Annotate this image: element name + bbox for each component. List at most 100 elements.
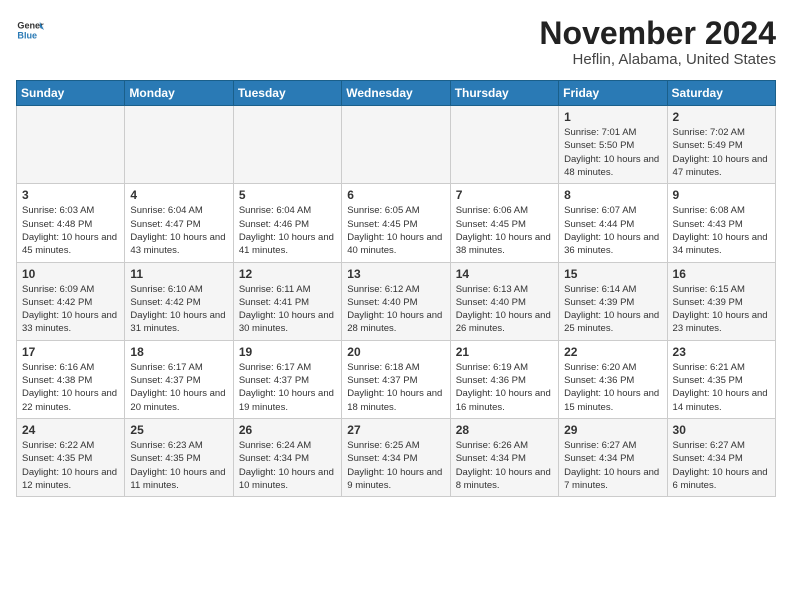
calendar-cell: 30 Sunrise: 6:27 AM Sunset: 4:34 PM Dayli…	[667, 418, 775, 496]
calendar-cell: 12Sunrise: 6:11 AM Sunset: 4:41 PM Dayli…	[233, 262, 341, 340]
calendar-cell: 8Sunrise: 6:07 AM Sunset: 4:44 PM Daylig…	[559, 184, 667, 262]
day-info: Sunrise: 6:24 AM Sunset: 4:34 PM Dayligh…	[239, 439, 336, 492]
day-info: Sunrise: 6:05 AM Sunset: 4:45 PM Dayligh…	[347, 204, 444, 257]
day-number: 30	[673, 423, 770, 437]
day-number: 20	[347, 345, 444, 359]
header-thursday: Thursday	[450, 81, 558, 106]
calendar-cell: 25 Sunrise: 6:23 AM Sunset: 4:35 PM Dayli…	[125, 418, 233, 496]
calendar-cell: 3 Sunrise: 6:03 AM Sunset: 4:48 PM Daylig…	[17, 184, 125, 262]
day-info: Sunrise: 6:27 AM Sunset: 4:34 PM Dayligh…	[673, 439, 770, 492]
calendar-cell: 24Sunrise: 6:22 AM Sunset: 4:35 PM Dayli…	[17, 418, 125, 496]
location: Heflin, Alabama, United States	[539, 51, 776, 68]
calendar-cell	[342, 106, 450, 184]
calendar-cell: 9 Sunrise: 6:08 AM Sunset: 4:43 PM Daylig…	[667, 184, 775, 262]
calendar-cell: 5 Sunrise: 6:04 AM Sunset: 4:46 PM Daylig…	[233, 184, 341, 262]
page-header: General Blue November 2024 Heflin, Alaba…	[16, 16, 776, 68]
day-info: Sunrise: 6:18 AM Sunset: 4:37 PM Dayligh…	[347, 361, 444, 414]
day-number: 11	[130, 267, 227, 281]
day-info: Sunrise: 6:06 AM Sunset: 4:45 PM Dayligh…	[456, 204, 553, 257]
day-number: 15	[564, 267, 661, 281]
day-info: Sunrise: 6:04 AM Sunset: 4:47 PM Dayligh…	[130, 204, 227, 257]
day-number: 18	[130, 345, 227, 359]
calendar-cell: 13 Sunrise: 6:12 AM Sunset: 4:40 PM Dayli…	[342, 262, 450, 340]
day-number: 14	[456, 267, 553, 281]
day-info: Sunrise: 6:17 AM Sunset: 4:37 PM Dayligh…	[130, 361, 227, 414]
day-info: Sunrise: 6:15 AM Sunset: 4:39 PM Dayligh…	[673, 283, 770, 336]
week-row-0: 1 Sunrise: 7:01 AM Sunset: 5:50 PM Daylig…	[17, 106, 776, 184]
calendar-cell: 27Sunrise: 6:25 AM Sunset: 4:34 PM Dayli…	[342, 418, 450, 496]
day-info: Sunrise: 6:17 AM Sunset: 4:37 PM Dayligh…	[239, 361, 336, 414]
day-number: 25	[130, 423, 227, 437]
logo-icon: General Blue	[16, 16, 44, 44]
day-info: Sunrise: 7:02 AM Sunset: 5:49 PM Dayligh…	[673, 126, 770, 179]
day-info: Sunrise: 6:22 AM Sunset: 4:35 PM Dayligh…	[22, 439, 119, 492]
calendar-cell: 14 Sunrise: 6:13 AM Sunset: 4:40 PM Dayli…	[450, 262, 558, 340]
day-info: Sunrise: 6:26 AM Sunset: 4:34 PM Dayligh…	[456, 439, 553, 492]
calendar-cell: 19 Sunrise: 6:17 AM Sunset: 4:37 PM Dayli…	[233, 340, 341, 418]
header-tuesday: Tuesday	[233, 81, 341, 106]
day-number: 21	[456, 345, 553, 359]
day-number: 16	[673, 267, 770, 281]
day-info: Sunrise: 6:08 AM Sunset: 4:43 PM Dayligh…	[673, 204, 770, 257]
calendar-cell	[17, 106, 125, 184]
day-number: 1	[564, 110, 661, 124]
week-row-2: 10 Sunrise: 6:09 AM Sunset: 4:42 PM Dayli…	[17, 262, 776, 340]
calendar-cell: 1 Sunrise: 7:01 AM Sunset: 5:50 PM Daylig…	[559, 106, 667, 184]
day-number: 29	[564, 423, 661, 437]
week-row-4: 24Sunrise: 6:22 AM Sunset: 4:35 PM Dayli…	[17, 418, 776, 496]
calendar-cell: 21 Sunrise: 6:19 AM Sunset: 4:36 PM Dayli…	[450, 340, 558, 418]
day-number: 23	[673, 345, 770, 359]
calendar-cell: 2Sunrise: 7:02 AM Sunset: 5:49 PM Daylig…	[667, 106, 775, 184]
calendar-cell: 22Sunrise: 6:20 AM Sunset: 4:36 PM Dayli…	[559, 340, 667, 418]
day-number: 10	[22, 267, 119, 281]
day-info: Sunrise: 7:01 AM Sunset: 5:50 PM Dayligh…	[564, 126, 661, 179]
calendar-cell: 11 Sunrise: 6:10 AM Sunset: 4:42 PM Dayli…	[125, 262, 233, 340]
calendar-cell: 20 Sunrise: 6:18 AM Sunset: 4:37 PM Dayli…	[342, 340, 450, 418]
day-info: Sunrise: 6:27 AM Sunset: 4:34 PM Dayligh…	[564, 439, 661, 492]
day-number: 27	[347, 423, 444, 437]
day-number: 7	[456, 188, 553, 202]
day-number: 4	[130, 188, 227, 202]
day-info: Sunrise: 6:20 AM Sunset: 4:36 PM Dayligh…	[564, 361, 661, 414]
title-block: November 2024 Heflin, Alabama, United St…	[539, 16, 776, 68]
day-info: Sunrise: 6:12 AM Sunset: 4:40 PM Dayligh…	[347, 283, 444, 336]
day-number: 5	[239, 188, 336, 202]
day-info: Sunrise: 6:04 AM Sunset: 4:46 PM Dayligh…	[239, 204, 336, 257]
day-number: 13	[347, 267, 444, 281]
day-number: 9	[673, 188, 770, 202]
calendar-cell: 18 Sunrise: 6:17 AM Sunset: 4:37 PM Dayli…	[125, 340, 233, 418]
day-info: Sunrise: 6:13 AM Sunset: 4:40 PM Dayligh…	[456, 283, 553, 336]
day-info: Sunrise: 6:19 AM Sunset: 4:36 PM Dayligh…	[456, 361, 553, 414]
calendar-cell: 16 Sunrise: 6:15 AM Sunset: 4:39 PM Dayli…	[667, 262, 775, 340]
calendar-cell: 4 Sunrise: 6:04 AM Sunset: 4:47 PM Daylig…	[125, 184, 233, 262]
day-number: 19	[239, 345, 336, 359]
day-info: Sunrise: 6:21 AM Sunset: 4:35 PM Dayligh…	[673, 361, 770, 414]
calendar-cell	[125, 106, 233, 184]
logo: General Blue	[16, 16, 44, 44]
day-info: Sunrise: 6:07 AM Sunset: 4:44 PM Dayligh…	[564, 204, 661, 257]
day-info: Sunrise: 6:14 AM Sunset: 4:39 PM Dayligh…	[564, 283, 661, 336]
calendar-cell: 28 Sunrise: 6:26 AM Sunset: 4:34 PM Dayli…	[450, 418, 558, 496]
day-info: Sunrise: 6:09 AM Sunset: 4:42 PM Dayligh…	[22, 283, 119, 336]
day-info: Sunrise: 6:10 AM Sunset: 4:42 PM Dayligh…	[130, 283, 227, 336]
calendar-cell: 15 Sunrise: 6:14 AM Sunset: 4:39 PM Dayli…	[559, 262, 667, 340]
svg-text:Blue: Blue	[17, 30, 37, 40]
calendar-header-row: SundayMondayTuesdayWednesdayThursdayFrid…	[17, 81, 776, 106]
day-number: 3	[22, 188, 119, 202]
calendar-cell	[450, 106, 558, 184]
calendar-cell: 6 Sunrise: 6:05 AM Sunset: 4:45 PM Daylig…	[342, 184, 450, 262]
day-number: 6	[347, 188, 444, 202]
calendar-cell: 7 Sunrise: 6:06 AM Sunset: 4:45 PM Daylig…	[450, 184, 558, 262]
week-row-1: 3 Sunrise: 6:03 AM Sunset: 4:48 PM Daylig…	[17, 184, 776, 262]
header-saturday: Saturday	[667, 81, 775, 106]
calendar-body: 1 Sunrise: 7:01 AM Sunset: 5:50 PM Daylig…	[17, 106, 776, 497]
day-info: Sunrise: 6:03 AM Sunset: 4:48 PM Dayligh…	[22, 204, 119, 257]
month-title: November 2024	[539, 16, 776, 51]
calendar-cell: 17Sunrise: 6:16 AM Sunset: 4:38 PM Dayli…	[17, 340, 125, 418]
day-info: Sunrise: 6:23 AM Sunset: 4:35 PM Dayligh…	[130, 439, 227, 492]
day-number: 28	[456, 423, 553, 437]
day-info: Sunrise: 6:11 AM Sunset: 4:41 PM Dayligh…	[239, 283, 336, 336]
header-sunday: Sunday	[17, 81, 125, 106]
header-monday: Monday	[125, 81, 233, 106]
calendar-cell: 23 Sunrise: 6:21 AM Sunset: 4:35 PM Dayli…	[667, 340, 775, 418]
